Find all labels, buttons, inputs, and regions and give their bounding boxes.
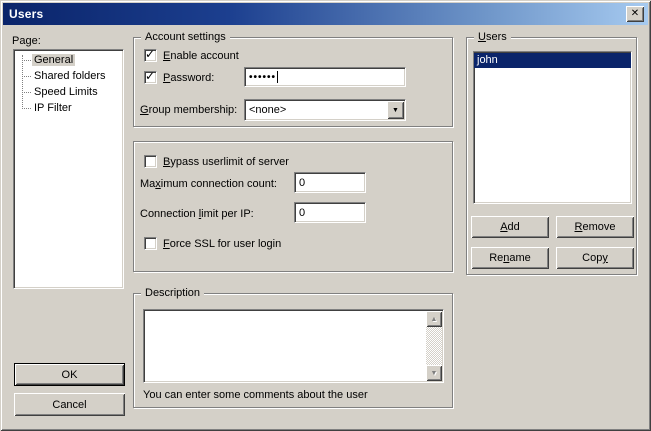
group-membership-select[interactable]: <none> ▼: [244, 99, 406, 121]
password-label: Password:: [163, 72, 214, 84]
tree-item-general[interactable]: General: [14, 52, 123, 68]
force-ssl-label: Force SSL for user login: [163, 238, 281, 250]
bypass-userlimit-label: Bypass userlimit of server: [163, 156, 289, 168]
max-connections-value: 0: [299, 177, 305, 189]
account-settings-group: Account settings ✓ Enable account ✓ Pass…: [133, 37, 453, 127]
user-name: john: [477, 54, 498, 66]
group-membership-value: <none>: [249, 104, 286, 116]
tree-item-shared-folders[interactable]: Shared folders: [14, 68, 123, 84]
users-dialog: Users ✕ Page: General Shared folders Spe…: [0, 0, 651, 431]
enable-account-checkbox[interactable]: ✓ Enable account: [144, 49, 239, 62]
cancel-label: Cancel: [52, 399, 86, 411]
remove-label: Remove: [575, 221, 616, 233]
ok-label: OK: [62, 369, 78, 381]
tree-item-label: IP Filter: [32, 102, 74, 114]
checkbox-box: ✓: [144, 71, 157, 84]
checkbox-box: [144, 155, 157, 168]
page-tree: General Shared folders Speed Limits IP F…: [13, 49, 124, 289]
close-button[interactable]: ✕: [626, 6, 644, 22]
scroll-down-button[interactable]: ▼: [426, 365, 442, 381]
tree-item-label: Shared folders: [32, 70, 108, 82]
max-connections-label: Maximum connection count:: [140, 178, 277, 190]
tree-item-ip-filter[interactable]: IP Filter: [14, 100, 123, 116]
page-label: Page:: [12, 35, 41, 47]
account-settings-title: Account settings: [141, 30, 230, 44]
description-textarea[interactable]: ▲ ▼: [143, 309, 444, 383]
users-list[interactable]: john: [473, 51, 632, 204]
tree-item-label: Speed Limits: [32, 86, 100, 98]
password-input[interactable]: ••••••: [244, 67, 406, 87]
ip-limit-label: Connection limit per IP:: [140, 208, 254, 220]
check-icon: ✓: [145, 47, 155, 61]
remove-user-button[interactable]: Remove: [556, 216, 634, 238]
copy-user-button[interactable]: Copy: [556, 247, 634, 269]
connection-limits-group: Bypass userlimit of server Maximum conne…: [133, 141, 453, 272]
ok-button[interactable]: OK: [14, 363, 125, 386]
scroll-up-icon: ▲: [431, 316, 438, 323]
description-hint: You can enter some comments about the us…: [143, 389, 368, 401]
check-icon: ✓: [145, 69, 155, 83]
chevron-down-icon: ▼: [392, 107, 399, 114]
users-group-title: Users: [474, 30, 511, 44]
cancel-button[interactable]: Cancel: [14, 393, 125, 416]
checkbox-box: ✓: [144, 49, 157, 62]
scroll-up-button[interactable]: ▲: [426, 311, 442, 327]
rename-user-button[interactable]: Rename: [471, 247, 549, 269]
add-label: Add: [500, 221, 520, 233]
tree-item-speed-limits[interactable]: Speed Limits: [14, 84, 123, 100]
users-group: Users john Add Remove Rename Copy: [466, 37, 637, 275]
description-title: Description: [141, 286, 204, 300]
tree-item-label: General: [32, 54, 75, 66]
description-group: Description ▲ ▼ You can enter some comme…: [133, 293, 453, 408]
copy-label: Copy: [582, 252, 608, 264]
checkbox-box: [144, 237, 157, 250]
ip-limit-input[interactable]: 0: [294, 202, 366, 223]
description-scrollbar[interactable]: ▲ ▼: [426, 311, 442, 381]
max-connections-input[interactable]: 0: [294, 172, 366, 193]
group-membership-label: Group membership:: [140, 104, 237, 116]
enable-account-label: Enable account: [163, 50, 239, 62]
bypass-userlimit-checkbox[interactable]: Bypass userlimit of server: [144, 155, 289, 168]
close-icon: ✕: [631, 9, 639, 19]
text-caret: [277, 71, 278, 83]
password-checkbox[interactable]: ✓ Password:: [144, 71, 214, 84]
title-bar[interactable]: Users ✕: [3, 3, 648, 25]
rename-label: Rename: [489, 252, 531, 264]
ip-limit-value: 0: [299, 207, 305, 219]
scroll-down-icon: ▼: [431, 370, 438, 377]
user-list-item-john[interactable]: john: [474, 53, 631, 68]
password-value: ••••••: [249, 72, 276, 83]
add-user-button[interactable]: Add: [471, 216, 549, 238]
window-title: Users: [3, 7, 43, 21]
force-ssl-checkbox[interactable]: Force SSL for user login: [144, 237, 281, 250]
dropdown-button[interactable]: ▼: [387, 101, 404, 119]
